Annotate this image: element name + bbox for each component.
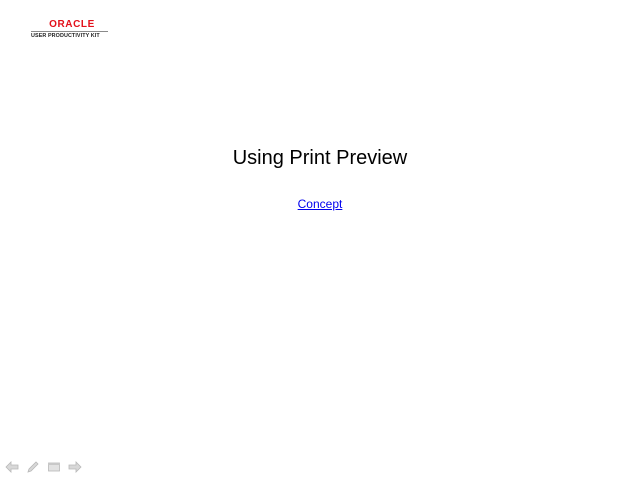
bottom-toolbar — [4, 460, 83, 474]
back-arrow-icon — [5, 461, 19, 473]
window-button[interactable] — [46, 460, 62, 474]
oracle-upk-logo: ORACLE USER PRODUCTIVITY KIT — [31, 19, 111, 43]
forward-button[interactable] — [67, 460, 83, 474]
pencil-icon — [27, 461, 39, 473]
player-page: ORACLE USER PRODUCTIVITY KIT Using Print… — [0, 0, 640, 480]
logo-divider — [31, 31, 108, 32]
window-icon — [48, 462, 60, 472]
logo-subtitle: USER PRODUCTIVITY KIT — [31, 33, 100, 39]
concept-link[interactable]: Concept — [298, 197, 343, 211]
page-title: Using Print Preview — [232, 147, 408, 169]
forward-arrow-icon — [68, 461, 82, 473]
concept-link-container: Concept — [0, 197, 640, 211]
logo-brand-text: ORACLE — [49, 19, 95, 30]
back-button[interactable] — [4, 460, 20, 474]
edit-button[interactable] — [25, 460, 41, 474]
